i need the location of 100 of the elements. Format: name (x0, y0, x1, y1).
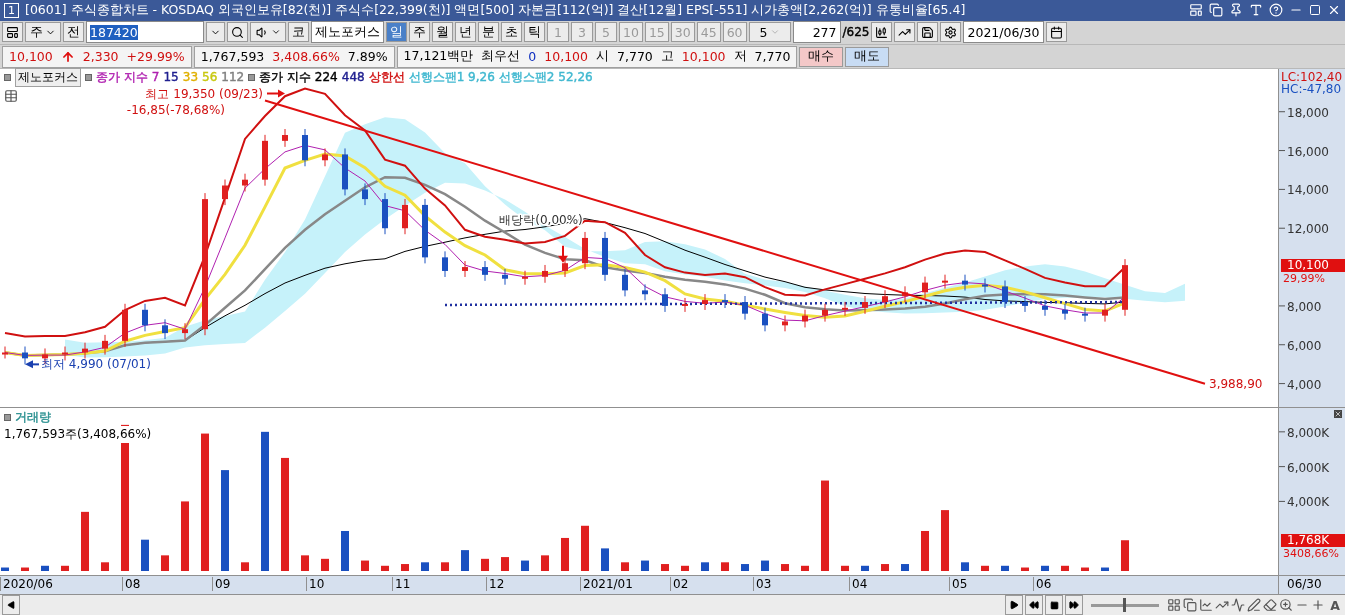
legend-marker-icon (4, 73, 11, 81)
close-icon[interactable] (1334, 410, 1342, 419)
quote-value: +29.99% (126, 49, 185, 65)
candlestick (662, 288, 668, 313)
volume-bar (181, 501, 189, 572)
axis-label: 16,000 (1287, 145, 1329, 159)
volume-bar (901, 564, 909, 572)
sound-button[interactable] (250, 22, 286, 43)
text-icon[interactable] (1249, 3, 1263, 18)
font-button[interactable]: A (1327, 595, 1343, 615)
code-type-button[interactable]: 코 (288, 22, 309, 43)
x-axis-label: 04 (849, 577, 868, 592)
stock-name-field[interactable]: 제노포커스 (311, 21, 384, 44)
calendar-icon (1049, 25, 1063, 39)
axis-label: 12,000 (1287, 222, 1329, 237)
scroll-left-button[interactable] (2, 595, 20, 615)
legend-label: 448 (341, 70, 365, 85)
play-button[interactable] (1005, 595, 1023, 615)
grid-icon[interactable] (1167, 598, 1181, 612)
candlestick (1082, 307, 1088, 323)
volume-bar (861, 566, 869, 572)
fast-forward-button[interactable] (1065, 595, 1083, 615)
volume-bar (941, 510, 949, 572)
buy-button[interactable]: 매수 (799, 46, 844, 67)
interval-dropdown[interactable]: 5 (748, 22, 791, 43)
copy-icon[interactable] (1209, 3, 1223, 18)
date-field[interactable]: 2021/06/30 (963, 21, 1044, 44)
hc-label: HC:-47,80 (1281, 83, 1342, 96)
slider-thumb[interactable] (1122, 598, 1126, 612)
candlestick (1102, 303, 1108, 323)
help-icon[interactable] (1269, 3, 1283, 18)
legend-label: 15 (163, 70, 179, 85)
fast-forward-icon (1069, 600, 1079, 610)
period-tab[interactable]: 틱 (524, 22, 545, 43)
candlestick-button[interactable] (871, 22, 893, 43)
plus-icon[interactable] (1311, 598, 1325, 612)
period-tab[interactable]: 주 (409, 22, 430, 43)
sell-button[interactable]: 매도 (845, 46, 890, 67)
quote-value: 저 (733, 48, 747, 66)
period-tab[interactable]: 초 (501, 22, 522, 43)
quote-value: 17,121백만 (403, 48, 474, 66)
settings-button[interactable] (940, 22, 962, 43)
x-axis-label: 12 (486, 577, 505, 592)
candlestick (902, 286, 908, 304)
volume-bar (561, 538, 569, 572)
calendar-button[interactable] (1045, 22, 1067, 43)
pin-icon[interactable] (1229, 3, 1243, 18)
volume-bar (241, 562, 249, 572)
candlestick (322, 148, 328, 168)
save-button[interactable] (917, 22, 939, 43)
pen-icon[interactable] (1247, 598, 1261, 612)
layout-icon (6, 25, 19, 39)
quote-value: 시 (596, 48, 610, 66)
rewind-button[interactable] (1025, 595, 1043, 615)
rewind-icon (1029, 600, 1039, 610)
period-tab[interactable]: 월 (432, 22, 453, 43)
volume-bar (721, 562, 729, 572)
period-tab[interactable]: 일 (386, 22, 407, 43)
candlestick (502, 268, 508, 286)
prev-button[interactable]: 전 (63, 22, 84, 43)
candlestick (302, 128, 308, 168)
count-field[interactable]: 277 (792, 21, 841, 44)
candlestick (222, 179, 228, 207)
copy-icon[interactable] (1183, 598, 1197, 612)
volume-bar (341, 531, 349, 572)
period-tab[interactable]: 분 (478, 22, 499, 43)
x-axis-label: 2021/01 (580, 577, 633, 592)
volume-bar (961, 562, 969, 572)
quote-value: 10,100 (544, 49, 589, 65)
stop-button[interactable] (1045, 595, 1063, 615)
line-chart-icon[interactable] (1199, 598, 1213, 612)
search-button[interactable] (227, 22, 248, 43)
x-axis-label: 2020/06 (0, 577, 53, 592)
layout-icon[interactable] (1189, 3, 1203, 18)
candlestick (722, 294, 728, 309)
volume-bar (701, 562, 709, 572)
volume-bar (1021, 567, 1029, 572)
candlestick (22, 346, 28, 366)
trend-button[interactable] (894, 22, 916, 43)
legend-label: 33 (182, 70, 199, 85)
eraser-icon[interactable] (1263, 598, 1277, 612)
arrow-icon (25, 360, 40, 369)
period-tab[interactable]: 년 (455, 22, 476, 43)
volume-bar (841, 566, 849, 572)
pulse-icon[interactable] (1231, 598, 1245, 612)
volume-bar (601, 548, 609, 572)
layout-button[interactable] (2, 22, 23, 43)
volume-bar (981, 566, 989, 572)
candlestick (282, 128, 288, 148)
candlestick (882, 290, 888, 309)
market-dropdown[interactable]: 주 (25, 22, 61, 43)
table-icon (4, 89, 18, 104)
zoom-icon[interactable] (1279, 598, 1293, 612)
quote-value: 7,770 (617, 49, 653, 65)
code-field[interactable]: 187420 (86, 21, 204, 44)
play-icon (1009, 600, 1019, 610)
maximize-icon[interactable] (1309, 4, 1321, 17)
quote-value: 3,408.66% (272, 49, 340, 65)
legend-label: 종가 지수 (96, 68, 148, 86)
volume-bar (461, 550, 469, 572)
